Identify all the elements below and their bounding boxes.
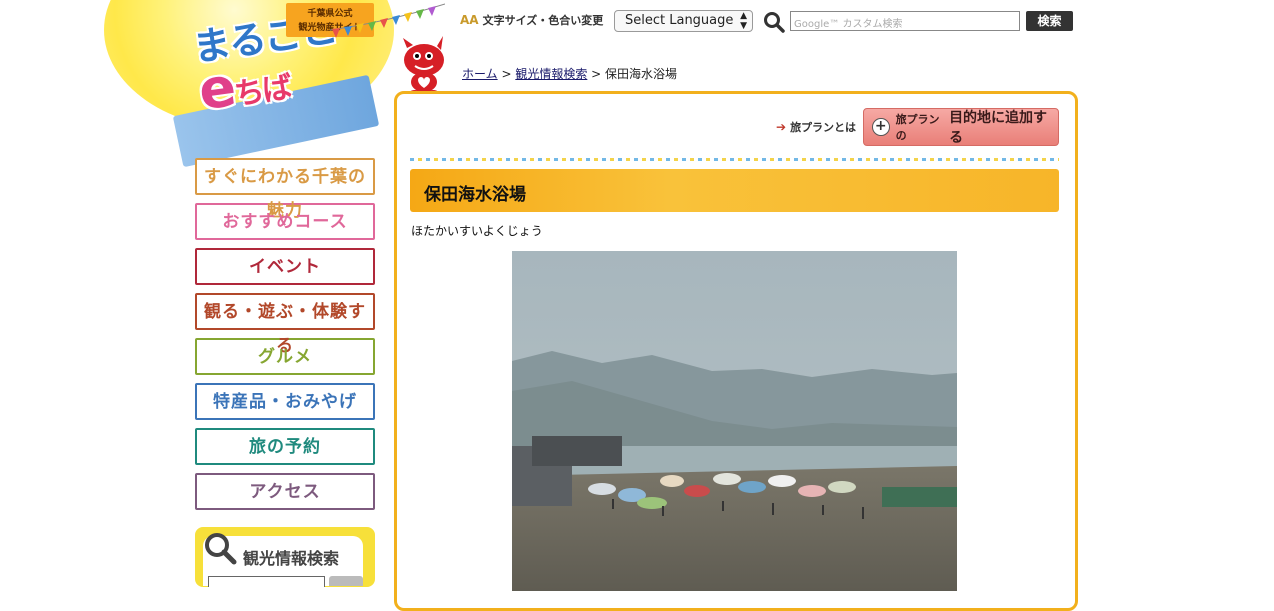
select-arrows-icon: ▲ ▼ (740, 11, 747, 31)
magnifier-icon (205, 533, 237, 565)
sidebar-item-souvenirs[interactable]: 特産品・おみやげ (195, 383, 375, 420)
sidebar-search-title: 観光情報検索 (243, 549, 340, 568)
font-size-color-link[interactable]: AA 文字サイズ・色合い変更 (460, 12, 603, 28)
sidebar-item-charm[interactable]: すぐにわかる千葉の魅力 (195, 158, 375, 221)
add-plan-prefix: 旅プランの (895, 113, 940, 142)
sidebar-item-gourmet[interactable]: グルメ (195, 338, 375, 375)
travel-plan-info-link[interactable]: ➔ 旅プランとは (776, 119, 856, 135)
language-select[interactable]: Select Language ▲ ▼ (614, 10, 753, 32)
arrow-right-icon: ➔ (776, 120, 787, 134)
bunting-flags-decoration (330, 3, 445, 38)
search-input[interactable]: Google™ カスタム検索 (790, 11, 1020, 31)
search-icon (764, 12, 785, 33)
breadcrumb-separator: > (587, 67, 606, 81)
sidebar-search-button[interactable] (329, 576, 363, 586)
add-to-travel-plan-button[interactable]: + 旅プランの 目的地に追加する (863, 108, 1059, 146)
sidebar-item-courses[interactable]: おすすめコース (195, 203, 375, 240)
breadcrumb-search-link[interactable]: 観光情報検索 (515, 67, 587, 81)
breadcrumb-home-link[interactable]: ホーム (462, 67, 498, 81)
language-select-value: Select Language (625, 13, 734, 28)
spot-title: 保田海水浴場 (424, 185, 526, 205)
dotted-divider (410, 158, 1059, 161)
sidebar-nav: すぐにわかる千葉の魅力 おすすめコース イベント 観る・遊ぶ・体験する グルメ … (195, 158, 375, 518)
sidebar-item-activities[interactable]: 観る・遊ぶ・体験する (195, 293, 375, 356)
logo-title-e: e (194, 55, 238, 123)
font-size-label: 文字サイズ・色合い変更 (482, 14, 604, 27)
sidebar-item-label: グルメ (258, 347, 312, 367)
chiba-kun-mascot-icon (403, 36, 444, 94)
sidebar-item-label: 特産品・おみやげ (213, 392, 357, 412)
beach-photo (512, 251, 957, 591)
sidebar-item-reservation[interactable]: 旅の予約 (195, 428, 375, 465)
breadcrumb-separator: > (497, 67, 516, 81)
sidebar-item-label: イベント (249, 257, 321, 277)
breadcrumb-current: 保田海水浴場 (605, 67, 678, 81)
sidebar-item-events[interactable]: イベント (195, 248, 375, 285)
plus-icon: + (872, 118, 890, 136)
sidebar-item-label: 旅の予約 (249, 437, 321, 457)
spot-reading: ほたかいすいよくじょう (411, 224, 543, 238)
logo-title-part2: ちば (232, 70, 293, 113)
sidebar-item-label: アクセス (249, 482, 321, 502)
breadcrumb: ホーム > 観光情報検索 > 保田海水浴場 (462, 65, 677, 82)
sidebar-search-input[interactable] (208, 576, 325, 587)
sidebar-item-access[interactable]: アクセス (195, 473, 375, 510)
travel-plan-info-label: 旅プランとは (790, 121, 857, 134)
font-size-icon: AA (460, 13, 479, 27)
search-button[interactable]: 検索 (1026, 11, 1073, 31)
sidebar-item-label: おすすめコース (222, 212, 348, 232)
add-plan-label: 目的地に追加する (949, 110, 1048, 146)
